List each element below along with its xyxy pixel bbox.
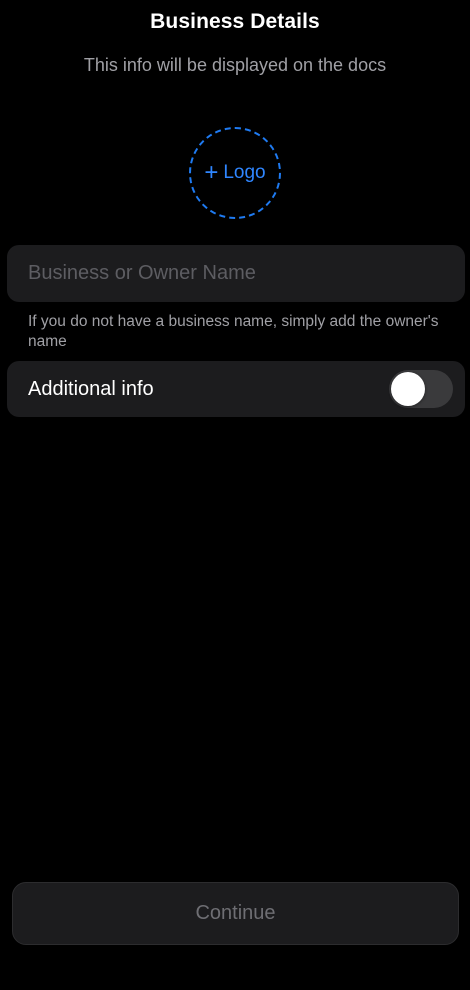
business-name-input[interactable] [28, 262, 465, 285]
add-logo-content: + Logo [204, 161, 265, 185]
page-title: Business Details [150, 10, 320, 33]
toggle-knob [391, 372, 425, 406]
business-name-field[interactable] [7, 245, 465, 302]
additional-info-toggle[interactable] [389, 370, 453, 408]
continue-button[interactable]: Continue [12, 882, 459, 945]
plus-icon: + [204, 159, 219, 186]
page-subtitle: This info will be displayed on the docs [83, 55, 387, 75]
additional-info-label: Additional info [28, 377, 154, 400]
logo-label: Logo [223, 162, 266, 183]
add-logo-button[interactable]: + Logo [189, 127, 281, 219]
business-name-hint: If you do not have a business name, simp… [28, 313, 439, 350]
additional-info-row: Additional info [7, 361, 465, 417]
